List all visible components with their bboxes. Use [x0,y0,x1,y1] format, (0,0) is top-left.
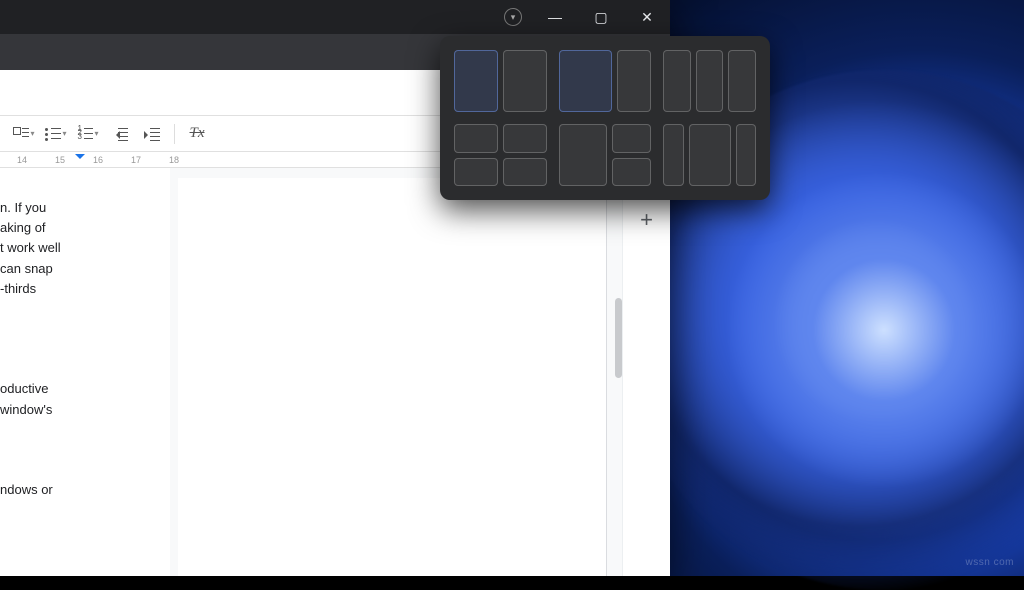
extensions-dot-icon[interactable]: ▾ [504,8,522,26]
increase-indent-button[interactable] [138,120,166,148]
bulleted-list-button[interactable]: ▾ [42,120,70,148]
document-text[interactable]: n. If you aking of t work well can snap … [0,168,170,576]
text-fragment[interactable]: oductive window's [0,379,162,419]
snap-layout-center-wide[interactable] [663,124,756,186]
ruler-mark: 14 [4,155,40,165]
ruler-mark: 17 [118,155,154,165]
margin-marker-icon[interactable] [75,154,85,164]
snap-layout-left-half-right-stack[interactable] [559,124,652,186]
close-button[interactable]: ✕ [624,0,670,34]
clear-formatting-button[interactable]: Tx [183,120,211,148]
ruler-mark: 15 [42,155,78,165]
page-background [178,178,607,576]
snap-layout-two-wide-left[interactable] [559,50,652,112]
numbered-list-button[interactable]: ▾ [74,120,102,148]
ruler-mark: 16 [80,155,116,165]
maximize-button[interactable]: ▢ [578,0,624,34]
window-titlebar[interactable]: ▾ — ▢ ✕ [0,0,670,34]
vertical-scrollbar[interactable] [615,168,622,576]
watermark-text: wssn com [966,557,1014,568]
text-fragment[interactable]: ndows or [0,480,162,500]
snap-layout-quad[interactable] [454,124,547,186]
decrease-indent-button[interactable] [106,120,134,148]
minimize-button[interactable]: — [532,0,578,34]
toolbar-separator [174,124,175,144]
checklist-button[interactable]: ▾ [10,120,38,148]
snap-layouts-flyout [440,36,770,200]
scrollbar-thumb[interactable] [615,298,622,378]
snap-layout-three-columns[interactable] [663,50,756,112]
add-addon-button[interactable]: + [636,209,658,231]
snap-layout-two-equal[interactable] [454,50,547,112]
ruler-mark: 18 [156,155,192,165]
page-area: n. If you aking of t work well can snap … [0,168,622,576]
text-fragment[interactable]: n. If you aking of t work well can snap … [0,198,162,299]
